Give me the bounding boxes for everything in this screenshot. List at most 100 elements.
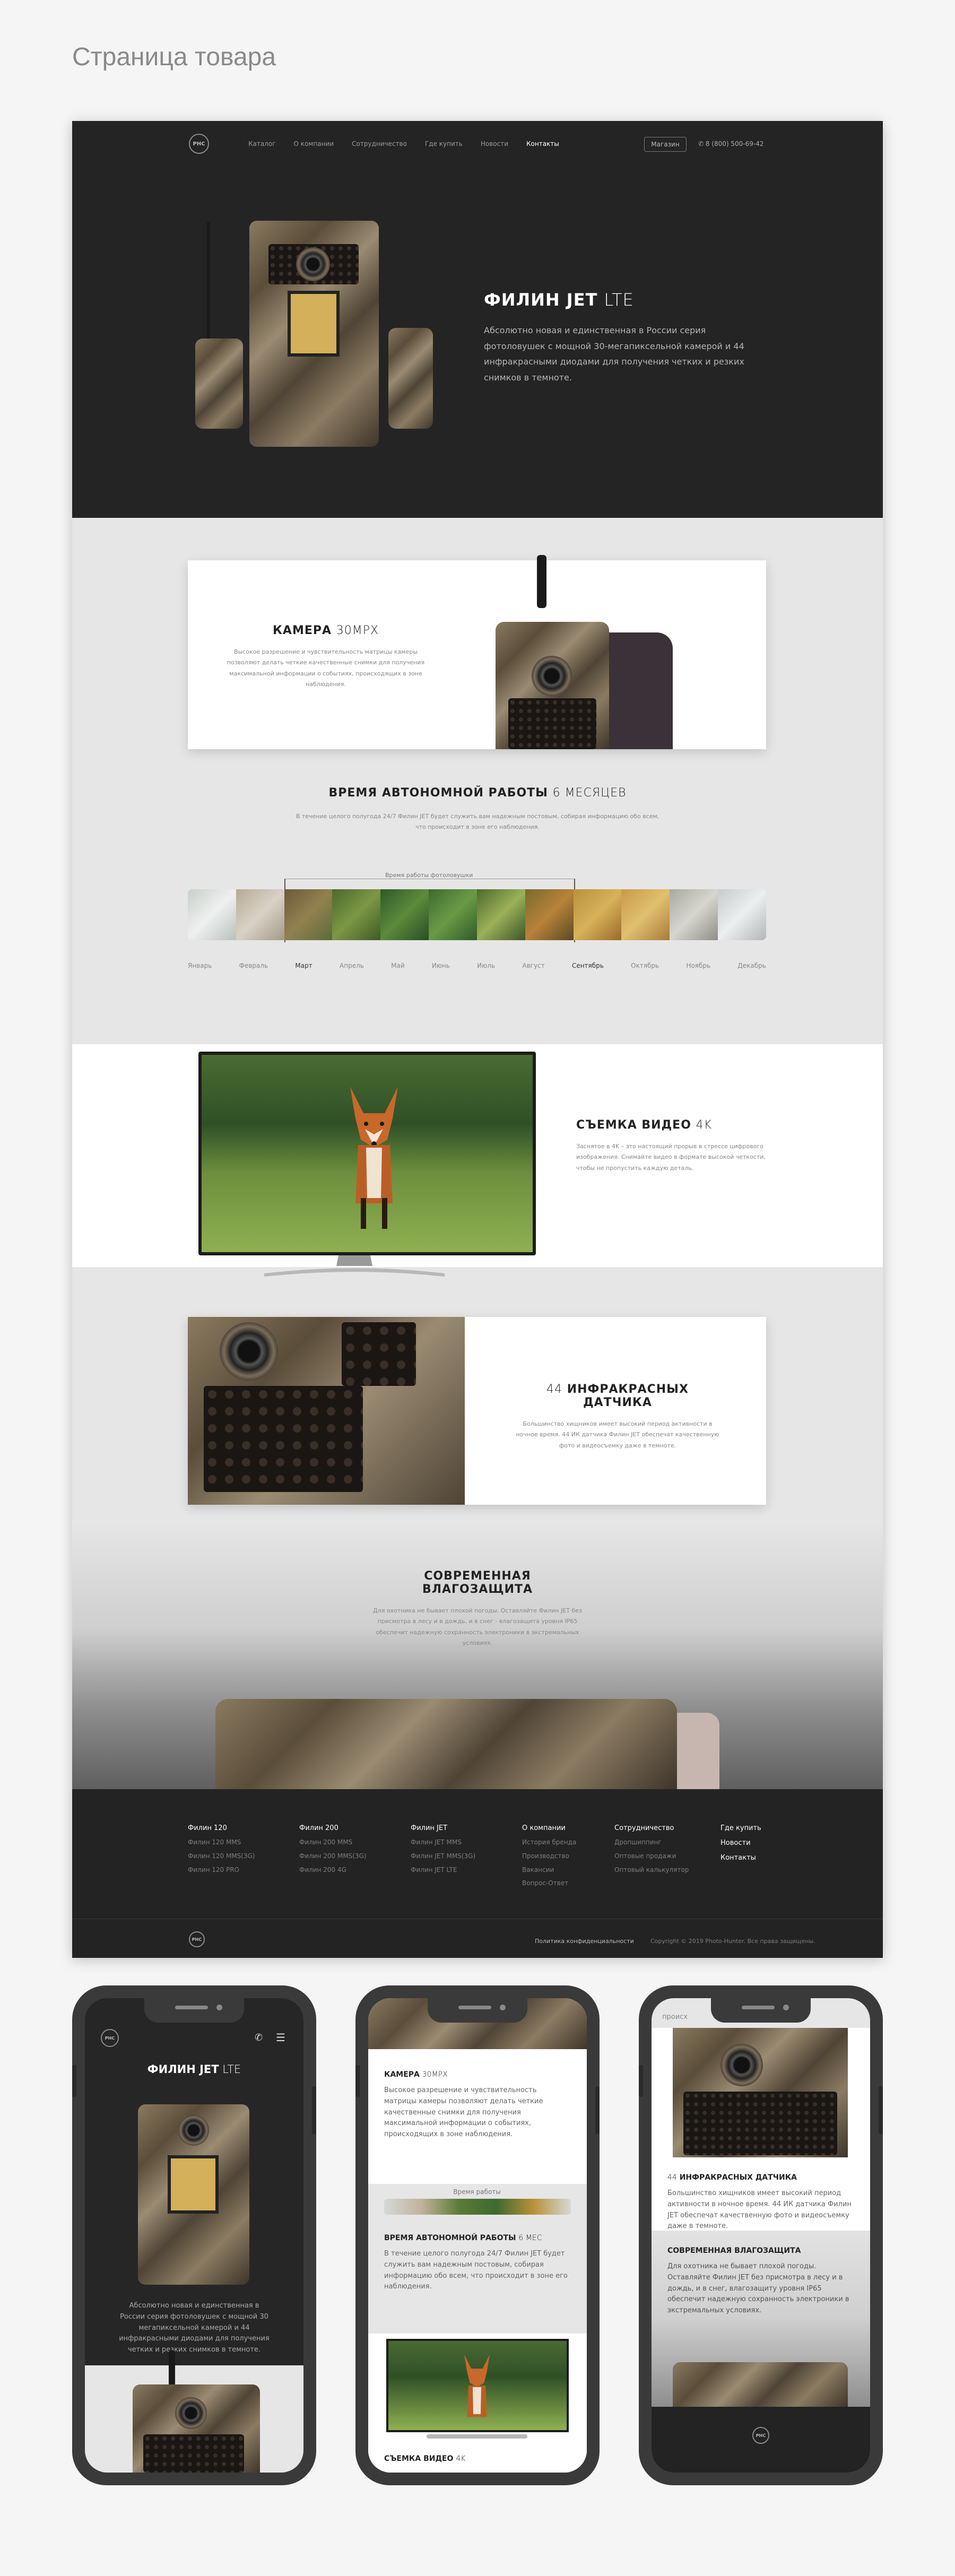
mobile-logo[interactable]: PHC xyxy=(101,2029,119,2047)
footer-link[interactable]: Филин 200 4G xyxy=(299,1863,367,1877)
phone-notch xyxy=(144,1998,244,2023)
footer-logo[interactable]: PHC xyxy=(189,1931,205,1947)
mobile-screen: PHC ✆ ☰ ФИЛИН JET LTE Абсолютно новая и … xyxy=(85,1998,303,2473)
phone-notch xyxy=(711,1998,811,2023)
mobile-footer-logo[interactable]: PHC xyxy=(752,2427,769,2444)
moisture-description: Для охотника не бывает плохой погоды. Ос… xyxy=(373,1607,582,1647)
footer-link[interactable]: Филин 200 MMS xyxy=(299,1836,367,1850)
antenna xyxy=(169,2351,175,2388)
ir-led-grid xyxy=(342,1322,416,1386)
footer-column-title[interactable]: Филин 200 xyxy=(299,1821,367,1836)
hero-description: Абсолютно новая и единственная в России … xyxy=(484,325,744,383)
ir-sensors-card: 44 ИНФРАКРАСНЫХ ДАТЧИКА Большинство хищн… xyxy=(188,1317,766,1505)
hero-title: ФИЛИН JET LTE xyxy=(484,290,634,310)
mobile-ir-card: 44 ИНФРАКРАСНЫХ ДАТЧИКА Большинство хищн… xyxy=(652,2028,870,2231)
shop-button[interactable]: Магазин xyxy=(644,137,687,152)
month-label: Ноябрь xyxy=(686,962,711,969)
mobile-moisture-section: СОВРЕМЕННАЯ ВЛАГОЗАЩИТА Для охотника не … xyxy=(652,2231,870,2407)
footer-column-title[interactable]: Сотрудничество xyxy=(614,1821,689,1836)
month-label: Октябрь xyxy=(631,962,659,969)
hero-text: ФИЛИН JET LTE Абсолютно новая и единстве… xyxy=(484,290,760,385)
footer-link[interactable]: Контакты xyxy=(720,1851,761,1866)
fox-image xyxy=(464,2354,490,2417)
moisture-text: СОВРЕМЕННАЯ ВЛАГОЗАЩИТА Для охотника не … xyxy=(371,1569,584,1649)
footer-link[interactable]: Производство xyxy=(522,1850,576,1863)
mobile-autonomy-section: Время работы ВРЕМЯ АВТОНОМНОЙ РАБОТЫ 6 М… xyxy=(368,2184,587,2473)
moisture-title: СОВРЕМЕННАЯ ВЛАГОЗАЩИТА xyxy=(422,1569,533,1596)
footer-link[interactable]: Оптовый калькулятор xyxy=(614,1863,689,1877)
phone-icon: ✆ xyxy=(698,140,706,148)
privacy-link[interactable]: Политика конфиденциальности xyxy=(535,1938,634,1945)
ir-led-grid xyxy=(204,1386,363,1492)
month-labels: Январь Февраль Март Апрель Май Июнь Июль… xyxy=(188,962,766,969)
ir-led-grid xyxy=(143,2434,244,2473)
footer-column: Сотрудничество Дропшиппинг Оптовые прода… xyxy=(614,1821,689,1877)
ir-closeup-image xyxy=(188,1317,465,1505)
footer-link[interactable]: Филин 120 MMS xyxy=(188,1836,255,1850)
mobile-hero-title: ФИЛИН JET LTE xyxy=(147,2063,241,2076)
footer-link[interactable]: Оптовые продажи xyxy=(614,1850,689,1863)
camera-top-image xyxy=(673,2362,848,2407)
month-nov xyxy=(670,889,718,940)
nav-link-catalog[interactable]: Каталог xyxy=(248,140,276,148)
footer-link[interactable]: Дропшиппинг xyxy=(614,1836,689,1850)
mobile-camera-title: КАМЕРА 30MPX xyxy=(384,2070,448,2079)
nav-link-where-to-buy[interactable]: Где купить xyxy=(425,140,463,148)
volume-button xyxy=(639,2065,643,2097)
mobile-autonomy-title: ВРЕМЯ АВТОНОМНОЙ РАБОТЫ 6 МЕС xyxy=(384,2234,542,2242)
power-button xyxy=(312,2086,316,2134)
volume-button xyxy=(355,2065,360,2097)
footer-link[interactable]: Вопрос-Ответ xyxy=(522,1877,576,1890)
footer-link[interactable]: Филин JET MMS xyxy=(411,1836,475,1850)
video-text: СЪЕМКА ВИДЕО 4K Заснятое в 4K – это наст… xyxy=(576,1118,778,1174)
footer-link[interactable]: Филин JET MMS(3G) xyxy=(411,1850,475,1863)
mobile-video-section: СЪЕМКА ВИДЕО 4K xyxy=(368,2334,587,2473)
footer-link[interactable]: Филин 120 MMS(3G) xyxy=(188,1850,255,1863)
footer-column-title[interactable]: Филин 120 xyxy=(188,1821,255,1836)
mobile-camera-section xyxy=(85,2351,303,2473)
autonomy-title: ВРЕМЯ АВТОНОМНОЙ РАБОТЫ 6 МЕСЯЦЕВ xyxy=(328,786,627,800)
footer-link[interactable]: Филин JET LTE xyxy=(411,1863,475,1877)
phone-notch xyxy=(428,1998,527,2023)
month-jan xyxy=(188,889,236,940)
mobile-footer: PHC xyxy=(652,2407,870,2473)
footer-column: Где купить Новости Контакты xyxy=(720,1821,761,1866)
footer-link[interactable]: Филин 120 PRO xyxy=(188,1863,255,1877)
nav-link-about[interactable]: О компании xyxy=(294,140,334,148)
mobile-mockup-sensors: происх 44 ИНФРАКРАСНЫХ ДАТЧИКА Большинст… xyxy=(639,1985,883,2485)
phone-icon[interactable]: ✆ xyxy=(255,2032,263,2043)
logo[interactable]: PHC xyxy=(189,134,209,154)
antenna xyxy=(207,222,210,349)
camera-top-back xyxy=(677,1713,719,1789)
timeline-label: Время работы фотоловушки xyxy=(385,872,473,879)
nav-link-news[interactable]: Новости xyxy=(481,140,508,148)
month-sep xyxy=(573,889,622,940)
mobile-season-timeline xyxy=(384,2199,571,2215)
footer-column-title[interactable]: Где купить xyxy=(720,1821,761,1836)
footer-column-title[interactable]: О компании xyxy=(522,1821,576,1836)
month-label: Январь xyxy=(188,962,212,969)
nav-link-contacts[interactable]: Контакты xyxy=(526,140,559,148)
footer-link[interactable]: История бренда xyxy=(522,1836,576,1850)
hero-section: PHC Каталог О компании Сотрудничество Гд… xyxy=(72,121,883,518)
footer-link[interactable]: Вакансии xyxy=(522,1863,576,1877)
footer-column-title[interactable]: Филин JET xyxy=(411,1821,475,1836)
phone-number[interactable]: ✆ 8 (800) 500-69-42 xyxy=(698,140,764,148)
camera-description: Высокое разрешение и чувствительность ма… xyxy=(227,648,425,688)
footer-link[interactable]: Филин 200 MMS(3G) xyxy=(299,1850,367,1863)
menu-icon[interactable]: ☰ xyxy=(276,2031,285,2044)
nav-link-cooperation[interactable]: Сотрудничество xyxy=(352,140,407,148)
month-label: Март xyxy=(295,962,312,969)
video-title: СЪЕМКА ВИДЕО 4K xyxy=(576,1118,713,1132)
footer: Филин 120 Филин 120 MMS Филин 120 MMS(3G… xyxy=(72,1789,883,1958)
month-dec xyxy=(718,889,766,940)
month-may xyxy=(380,889,429,940)
autonomy-description: В течение целого полугода 24/7 Филин JET… xyxy=(296,813,659,831)
footer-link[interactable]: Новости xyxy=(720,1836,761,1851)
month-feb xyxy=(236,889,284,940)
antenna xyxy=(537,555,546,608)
month-label: Апрель xyxy=(340,962,364,969)
nav-links: Каталог О компании Сотрудничество Где ку… xyxy=(248,140,559,148)
camera-lens xyxy=(220,1322,278,1381)
month-label: Декабрь xyxy=(737,962,766,969)
